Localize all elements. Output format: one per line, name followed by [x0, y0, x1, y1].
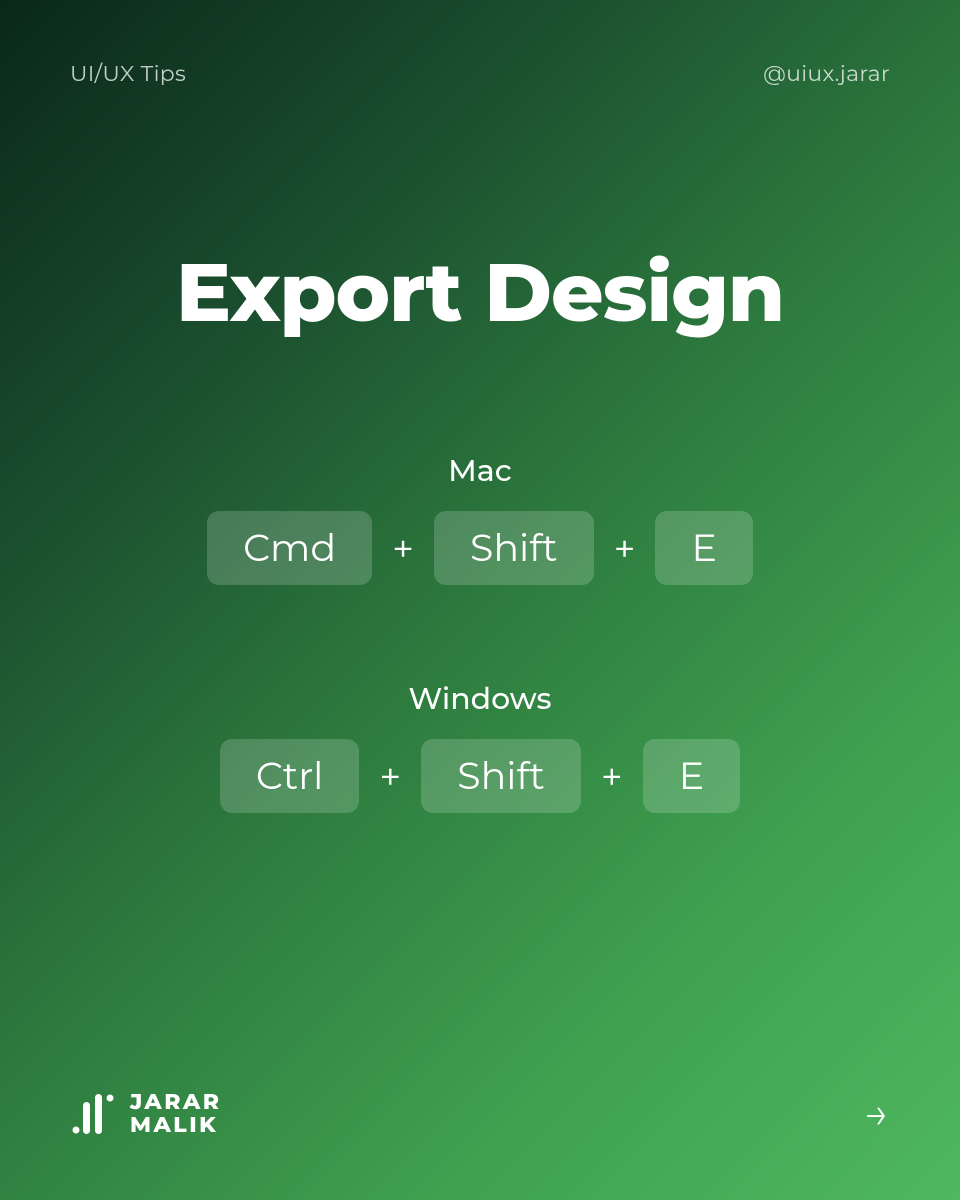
key-separator: + [379, 753, 401, 800]
keys-row-mac: Cmd + Shift + E [207, 511, 753, 585]
key-shift: Shift [434, 511, 594, 585]
key-e: E [643, 739, 740, 813]
key-ctrl: Ctrl [220, 739, 360, 813]
shortcuts-container: Mac Cmd + Shift + E Windows Ctrl + Shift… [0, 452, 960, 813]
key-shift: Shift [421, 739, 581, 813]
next-arrow-icon[interactable]: → [864, 1086, 890, 1140]
key-separator: + [614, 525, 636, 572]
key-cmd: Cmd [207, 511, 372, 585]
logo-name-last: MALIK [130, 1113, 222, 1136]
keys-row-windows: Ctrl + Shift + E [220, 739, 740, 813]
key-separator: + [392, 525, 414, 572]
author-handle: @uiux.jarar [763, 60, 890, 87]
header: UI/UX Tips @uiux.jarar [0, 0, 960, 87]
logo-text: JARAR MALIK [130, 1090, 222, 1136]
key-separator: + [601, 753, 623, 800]
category-label: UI/UX Tips [70, 60, 186, 87]
page-title: Export Design [0, 242, 960, 342]
logo-icon [70, 1090, 116, 1136]
shortcut-mac: Mac Cmd + Shift + E [207, 452, 753, 585]
footer: JARAR MALIK → [70, 1086, 890, 1140]
logo-name-first: JARAR [130, 1090, 222, 1113]
key-e: E [655, 511, 752, 585]
platform-label-windows: Windows [408, 680, 551, 717]
platform-label-mac: Mac [448, 452, 512, 489]
author-logo: JARAR MALIK [70, 1090, 222, 1136]
shortcut-windows: Windows Ctrl + Shift + E [220, 680, 740, 813]
